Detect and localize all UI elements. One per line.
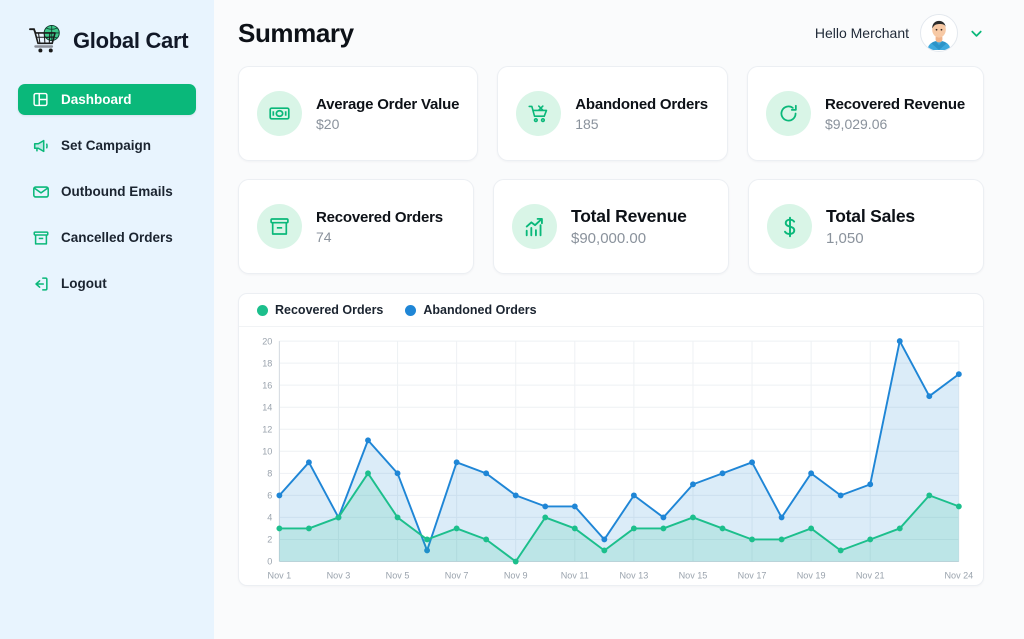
stat-card-label: Total Revenue <box>571 206 687 227</box>
svg-text:Nov 9: Nov 9 <box>504 571 528 581</box>
sidebar-item-outbound-emails[interactable]: Outbound Emails <box>18 176 196 207</box>
app-root: Global Cart Dashboard <box>0 0 1024 639</box>
svg-text:12: 12 <box>262 424 272 434</box>
stat-card-text: Total Sales 1,050 <box>826 206 915 247</box>
svg-text:6: 6 <box>267 491 272 501</box>
sidebar-item-cancelled-orders[interactable]: Cancelled Orders <box>18 222 196 253</box>
cart-x-icon <box>516 91 561 136</box>
user-menu[interactable]: Hello Merchant <box>815 14 984 52</box>
stat-card-recovered-revenue[interactable]: Recovered Revenue $9,029.06 <box>747 66 984 161</box>
stat-card-value: $9,029.06 <box>825 116 965 132</box>
svg-text:Nov 1: Nov 1 <box>268 571 292 581</box>
stat-card-average-order-value[interactable]: Average Order Value $20 <box>238 66 478 161</box>
sidebar: Global Cart Dashboard <box>0 0 214 639</box>
svg-text:Nov 7: Nov 7 <box>445 571 469 581</box>
legend-dot-recovered <box>257 305 268 316</box>
greeting-text: Hello Merchant <box>815 25 909 41</box>
svg-text:0: 0 <box>267 557 272 567</box>
svg-text:14: 14 <box>262 402 272 412</box>
stat-card-label: Total Sales <box>826 206 915 227</box>
layout-dashboard-icon <box>31 90 50 109</box>
stat-card-total-sales[interactable]: Total Sales 1,050 <box>748 179 984 274</box>
nav-spacer <box>18 165 196 172</box>
stat-card-text: Recovered Revenue $9,029.06 <box>825 96 965 132</box>
svg-text:18: 18 <box>262 358 272 368</box>
svg-text:2: 2 <box>267 535 272 545</box>
svg-text:16: 16 <box>262 380 272 390</box>
archive-box-icon <box>31 228 50 247</box>
svg-text:Nov 3: Nov 3 <box>327 571 351 581</box>
chart-legend: Recovered Orders Abandoned Orders <box>239 294 983 327</box>
stat-card-value: 185 <box>575 116 708 132</box>
stat-card-label: Recovered Revenue <box>825 96 965 113</box>
svg-text:Nov 15: Nov 15 <box>679 571 708 581</box>
stat-card-text: Average Order Value $20 <box>316 96 459 132</box>
content: Average Order Value $20 <box>214 66 1024 639</box>
legend-label: Recovered Orders <box>275 303 383 317</box>
stat-card-value: $20 <box>316 116 459 132</box>
nav-spacer <box>18 119 196 126</box>
stat-card-text: Recovered Orders 74 <box>316 209 443 245</box>
envelope-icon <box>31 182 50 201</box>
svg-text:Nov 24: Nov 24 <box>944 571 973 581</box>
refresh-circle-icon <box>766 91 811 136</box>
main-area: Summary Hello Merchant <box>214 0 1024 639</box>
stat-card-label: Recovered Orders <box>316 209 443 226</box>
svg-text:Nov 17: Nov 17 <box>738 571 767 581</box>
brand: Global Cart <box>28 24 198 58</box>
stat-cards-row-2: Recovered Orders 74 Total Revenue <box>238 179 984 274</box>
stat-cards-row-1: Average Order Value $20 <box>238 66 984 161</box>
sidebar-item-label: Set Campaign <box>61 138 151 153</box>
svg-text:Nov 11: Nov 11 <box>561 571 589 581</box>
stat-card-total-revenue[interactable]: Total Revenue $90,000.00 <box>493 179 729 274</box>
stat-card-value: 1,050 <box>826 230 915 247</box>
page-title: Summary <box>238 18 354 49</box>
sidebar-item-label: Outbound Emails <box>61 184 173 199</box>
stat-card-text: Abandoned Orders 185 <box>575 96 708 132</box>
orders-chart-panel: Recovered Orders Abandoned Orders 0 2 4 6 8 1… <box>238 293 984 586</box>
svg-text:Nov 13: Nov 13 <box>619 571 648 581</box>
nav-spacer <box>18 211 196 218</box>
svg-text:Nov 19: Nov 19 <box>797 571 826 581</box>
banknote-icon <box>257 91 302 136</box>
chevron-down-icon[interactable] <box>969 26 984 41</box>
nav-spacer <box>18 257 196 264</box>
line-chart[interactable]: 0 2 4 6 8 10 12 14 16 18 20 Nov 1 Nov 3 Nov 5 Nov 7 Nov… <box>245 333 973 584</box>
svg-text:8: 8 <box>267 469 272 479</box>
stat-card-value: $90,000.00 <box>571 230 687 247</box>
svg-text:20: 20 <box>262 336 272 346</box>
svg-text:Nov 21: Nov 21 <box>856 571 885 581</box>
avatar[interactable] <box>920 14 958 52</box>
svg-text:10: 10 <box>262 447 272 457</box>
topbar: Summary Hello Merchant <box>214 0 1024 66</box>
logout-arrow-icon <box>31 274 50 293</box>
svg-text:Nov 5: Nov 5 <box>386 571 410 581</box>
sidebar-item-label: Logout <box>61 276 107 291</box>
sidebar-item-label: Cancelled Orders <box>61 230 173 245</box>
stat-card-value: 74 <box>316 229 443 245</box>
brand-name: Global Cart <box>73 28 188 54</box>
sidebar-item-logout[interactable]: Logout <box>18 268 196 299</box>
legend-item-abandoned-orders[interactable]: Abandoned Orders <box>405 303 536 317</box>
stat-card-recovered-orders[interactable]: Recovered Orders 74 <box>238 179 474 274</box>
stat-card-abandoned-orders[interactable]: Abandoned Orders 185 <box>497 66 728 161</box>
stat-card-label: Average Order Value <box>316 96 459 113</box>
sidebar-item-dashboard[interactable]: Dashboard <box>18 84 196 115</box>
legend-dot-abandoned <box>405 305 416 316</box>
chart-up-icon <box>512 204 557 249</box>
sidebar-item-label: Dashboard <box>61 92 132 107</box>
sidebar-nav: Dashboard Set Campaign <box>16 84 198 299</box>
shopping-cart-globe-icon <box>28 24 66 58</box>
archive-box-icon <box>257 204 302 249</box>
stat-card-text: Total Revenue $90,000.00 <box>571 206 687 247</box>
legend-label: Abandoned Orders <box>423 303 536 317</box>
chart-canvas[interactable]: 0 2 4 6 8 10 12 14 16 18 20 Nov 1 Nov 3 Nov 5 Nov 7 Nov… <box>239 327 983 586</box>
megaphone-icon <box>31 136 50 155</box>
stat-card-label: Abandoned Orders <box>575 96 708 113</box>
dollar-sign-icon <box>767 204 812 249</box>
svg-text:4: 4 <box>267 513 272 523</box>
legend-item-recovered-orders[interactable]: Recovered Orders <box>257 303 383 317</box>
sidebar-item-set-campaign[interactable]: Set Campaign <box>18 130 196 161</box>
